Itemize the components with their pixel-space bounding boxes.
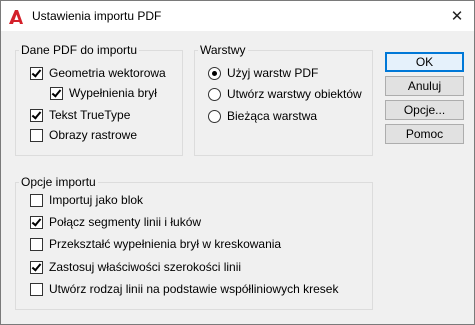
title-bar: Ustawienia importu PDF ✕ <box>1 1 474 31</box>
checkbox-label: Importuj jako blok <box>49 193 144 207</box>
radio-label: Użyj warstw PDF <box>227 66 319 80</box>
checkbox-label: Tekst TrueType <box>49 108 131 122</box>
radio-button[interactable] <box>208 109 221 123</box>
radio-button[interactable] <box>208 66 221 80</box>
checkbox-box[interactable] <box>30 193 43 207</box>
radio-use-pdf-layers[interactable]: Użyj warstw PDF <box>208 65 318 81</box>
checkbox-box[interactable] <box>30 282 43 296</box>
checkbox-box[interactable] <box>30 260 43 274</box>
radio-label: Utwórz warstwy obiektów <box>227 87 362 101</box>
checkbox-label: Połącz segmenty linii i łuków <box>49 215 202 229</box>
checkbox-solid-fills[interactable]: Wypełnienia brył <box>50 85 157 101</box>
checkbox-box[interactable] <box>30 108 43 122</box>
options-button[interactable]: Opcje... <box>385 100 464 120</box>
pdf-data-group-legend: Dane PDF do importu <box>19 43 140 57</box>
close-icon: ✕ <box>450 8 464 25</box>
checkbox-box[interactable] <box>30 66 43 80</box>
radio-current-layer[interactable]: Bieżąca warstwa <box>208 108 317 124</box>
checkbox-label: Geometria wektorowa <box>49 66 166 80</box>
autocad-app-icon <box>7 8 25 26</box>
checkbox-label: Zastosuj właściwości szerokości linii <box>49 260 242 274</box>
checkbox-raster-images[interactable]: Obrazy rastrowe <box>30 127 137 143</box>
checkbox-join-segments[interactable]: Połącz segmenty linii i łuków <box>30 214 201 230</box>
checkbox-box[interactable] <box>30 215 43 229</box>
dialog-title: Ustawienia importu PDF <box>32 9 162 23</box>
close-button[interactable]: ✕ <box>440 1 474 31</box>
checkbox-label: Przekształć wypełnienia brył w kreskowan… <box>49 237 282 251</box>
checkbox-label: Utwórz rodzaj linii na podstawie współli… <box>49 282 339 296</box>
help-button[interactable]: Pomoc <box>385 124 464 144</box>
radio-create-object-layers[interactable]: Utwórz warstwy obiektów <box>208 86 362 102</box>
checkbox-box[interactable] <box>30 128 43 142</box>
import-settings-dialog: Ustawienia importu PDF ✕ Dane PDF do imp… <box>0 0 475 325</box>
checkbox-truetype-text[interactable]: Tekst TrueType <box>30 107 130 123</box>
import-options-group-legend: Opcje importu <box>19 175 98 189</box>
radio-label: Bieżąca warstwa <box>227 109 318 123</box>
layers-group-legend: Warstwy <box>198 43 248 57</box>
checkbox-import-as-block[interactable]: Importuj jako blok <box>30 192 143 208</box>
checkbox-apply-lineweight[interactable]: Zastosuj właściwości szerokości linii <box>30 259 241 275</box>
radio-button[interactable] <box>208 87 221 101</box>
checkbox-box[interactable] <box>50 86 63 100</box>
ok-button[interactable]: OK <box>385 52 464 72</box>
checkbox-label: Wypełnienia brył <box>69 86 157 100</box>
cancel-button[interactable]: Anuluj <box>385 76 464 96</box>
checkbox-box[interactable] <box>30 237 43 251</box>
checkbox-vector-geometry[interactable]: Geometria wektorowa <box>30 65 166 81</box>
checkbox-label: Obrazy rastrowe <box>49 128 138 142</box>
checkbox-convert-fills-to-hatches[interactable]: Przekształć wypełnienia brył w kreskowan… <box>30 236 281 252</box>
checkbox-infer-linetypes[interactable]: Utwórz rodzaj linii na podstawie współli… <box>30 281 338 297</box>
